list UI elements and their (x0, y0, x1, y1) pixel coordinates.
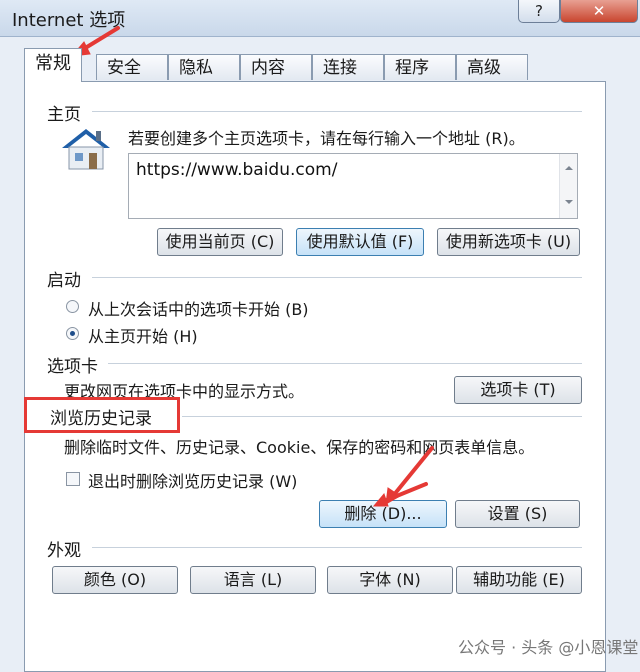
startup-home-radio[interactable] (66, 327, 79, 340)
history-settings-button[interactable]: 设置 (S) (455, 500, 580, 528)
colors-button[interactable]: 颜色 (O) (52, 566, 178, 594)
fonts-button[interactable]: 字体 (N) (327, 566, 453, 594)
watermark-text: 公众号 · 头条 @小恩课堂 (458, 638, 639, 657)
scroll-up-icon[interactable] (565, 166, 573, 170)
startup-last-session-radio[interactable] (66, 300, 79, 313)
scroll-down-icon[interactable] (565, 200, 573, 204)
delete-on-exit-checkbox[interactable] (66, 472, 80, 486)
tabs-settings-button[interactable]: 选项卡 (T) (454, 376, 582, 404)
appearance-section-title: 外观 (47, 541, 81, 561)
window-titlebar: Internet 选项 ? ✕ (0, 0, 640, 37)
tab-programs[interactable]: 程序 (384, 54, 456, 80)
history-highlight-box (24, 397, 180, 433)
tab-connections[interactable]: 连接 (312, 54, 384, 80)
use-new-tab-button[interactable]: 使用新选项卡 (U) (437, 228, 580, 256)
home-url-textarea[interactable]: https://www.baidu.com/ (128, 153, 578, 219)
home-url-value: https://www.baidu.com/ (136, 160, 338, 180)
close-button[interactable]: ✕ (560, 0, 638, 23)
delete-on-exit-label[interactable]: 退出时删除浏览历史记录 (W) (88, 468, 297, 492)
accessibility-button[interactable]: 辅助功能 (E) (456, 566, 582, 594)
startup-section-divider (92, 277, 582, 278)
startup-last-session-label[interactable]: 从上次会话中的选项卡开始 (B) (88, 296, 309, 320)
delete-history-button[interactable]: 删除 (D)... (319, 500, 447, 528)
url-scrollbar[interactable] (559, 154, 577, 218)
use-current-button[interactable]: 使用当前页 (C) (157, 228, 283, 256)
window-title: Internet 选项 (12, 10, 126, 31)
home-section-divider (92, 111, 582, 112)
tab-security[interactable]: 安全 (96, 54, 168, 80)
home-section-title: 主页 (47, 105, 81, 125)
tab-content[interactable]: 内容 (240, 54, 312, 80)
startup-section-title: 启动 (47, 271, 81, 291)
appearance-section-divider (92, 547, 582, 548)
history-section-divider (182, 416, 582, 417)
languages-button[interactable]: 语言 (L) (190, 566, 316, 594)
history-description: 删除临时文件、历史记录、Cookie、保存的密码和网页表单信息。 (64, 438, 535, 457)
tabs-section-title: 选项卡 (47, 357, 98, 377)
tabs-section-divider (108, 363, 582, 364)
tab-privacy[interactable]: 隐私 (168, 54, 240, 80)
tab-advanced[interactable]: 高级 (456, 54, 528, 80)
home-description: 若要创建多个主页选项卡，请在每行输入一个地址 (R)。 (128, 129, 525, 148)
use-default-button[interactable]: 使用默认值 (F) (296, 228, 424, 256)
tab-general[interactable]: 常规 (24, 48, 82, 82)
startup-home-label[interactable]: 从主页开始 (H) (88, 323, 198, 347)
help-button[interactable]: ? (518, 0, 560, 23)
